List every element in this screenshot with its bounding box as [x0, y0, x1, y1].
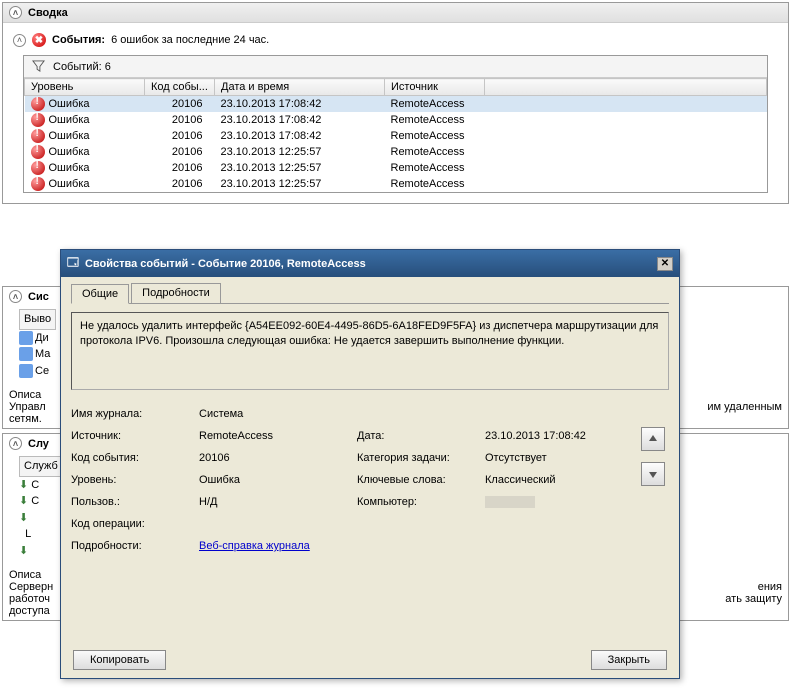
table-row[interactable]: Ошибка2010623.10.2013 17:08:42RemoteAcce…: [25, 128, 767, 144]
value-date: 23.10.2013 17:08:42: [485, 430, 635, 442]
summary-panel: ˄ Сводка ˄ ✖ События: 6 ошибок за послед…: [2, 2, 789, 204]
tab-strip: Общие Подробности: [71, 283, 669, 304]
table-row[interactable]: Ошибка2010623.10.2013 12:25:57RemoteAcce…: [25, 144, 767, 160]
label-details: Подробности:: [71, 540, 191, 552]
col-level[interactable]: Уровень: [25, 79, 145, 96]
close-dialog-button[interactable]: Закрыть: [591, 650, 667, 670]
dialog-footer: Копировать Закрыть: [61, 642, 679, 678]
events-summary-row: ˄ ✖ События: 6 ошибок за последние 24 ча…: [13, 29, 778, 51]
label-computer: Компьютер:: [357, 496, 477, 508]
label-user: Пользов.:: [71, 496, 191, 508]
error-icon: [31, 145, 45, 159]
collapse-icon[interactable]: ˄: [9, 6, 22, 19]
table-row[interactable]: Ошибка2010623.10.2013 12:25:57RemoteAcce…: [25, 176, 767, 192]
value-keywords: Классический: [485, 474, 635, 486]
dialog-title-text: Свойства событий - Событие 20106, Remote…: [85, 258, 366, 270]
properties-grid: Имя журнала: Система Источник: RemoteAcc…: [71, 408, 669, 552]
app-icon: [19, 347, 33, 361]
next-event-button[interactable]: [641, 462, 665, 486]
collapse-icon[interactable]: ˄: [9, 290, 22, 303]
filter-count: Событий: 6: [53, 61, 111, 73]
tab-general[interactable]: Общие: [71, 284, 129, 304]
prev-event-button[interactable]: [641, 427, 665, 451]
label-eventid: Код события:: [71, 452, 191, 464]
error-icon: [31, 177, 45, 191]
table-row[interactable]: Ошибка2010623.10.2013 17:08:42RemoteAcce…: [25, 112, 767, 128]
table-row[interactable]: Ошибка2010623.10.2013 12:25:57RemoteAcce…: [25, 160, 767, 176]
app-icon: [19, 331, 33, 345]
summary-title: Сводка: [28, 7, 68, 19]
events-label: События:: [52, 34, 105, 46]
help-link[interactable]: Веб-справка журнала: [199, 540, 349, 552]
value-taskcat: Отсутствует: [485, 452, 635, 464]
collapse-icon[interactable]: ˄: [13, 34, 26, 47]
table-header-row: Уровень Код собы... Дата и время Источни…: [25, 79, 767, 96]
label-keywords: Ключевые слова:: [357, 474, 477, 486]
col-code[interactable]: Код собы...: [145, 79, 215, 96]
event-properties-dialog: 🗔 Свойства событий - Событие 20106, Remo…: [60, 249, 680, 679]
error-icon: [31, 129, 45, 143]
col-source[interactable]: Источник: [385, 79, 485, 96]
funnel-icon[interactable]: [32, 60, 45, 73]
col-datetime[interactable]: Дата и время: [215, 79, 385, 96]
event-message: Не удалось удалить интерфейс {A54EE092-6…: [71, 312, 669, 390]
value-level: Ошибка: [199, 474, 349, 486]
dialog-icon: 🗔: [67, 254, 79, 273]
value-opcode: [199, 518, 349, 530]
error-icon: [31, 97, 45, 111]
value-eventid: 20106: [199, 452, 349, 464]
label-taskcat: Категория задачи:: [357, 452, 477, 464]
value-source: RemoteAccess: [199, 430, 349, 442]
label-log: Имя журнала:: [71, 408, 191, 420]
app-icon: [19, 364, 33, 378]
summary-header: ˄ Сводка: [3, 3, 788, 23]
close-button[interactable]: ✕: [657, 257, 673, 271]
copy-button[interactable]: Копировать: [73, 650, 166, 670]
error-icon: [31, 113, 45, 127]
dialog-titlebar[interactable]: 🗔 Свойства событий - Событие 20106, Remo…: [61, 250, 679, 277]
tab-details[interactable]: Подробности: [131, 283, 221, 303]
events-summary-text: 6 ошибок за последние 24 час.: [111, 34, 269, 46]
col-spacer: [485, 79, 767, 96]
table-row[interactable]: Ошибка2010623.10.2013 17:08:42RemoteAcce…: [25, 96, 767, 113]
label-source: Источник:: [71, 430, 191, 442]
events-table: Уровень Код собы... Дата и время Источни…: [24, 78, 767, 192]
label-level: Уровень:: [71, 474, 191, 486]
value-user: Н/Д: [199, 496, 349, 508]
value-log: Система: [199, 408, 349, 420]
value-computer: x: [485, 496, 635, 508]
label-opcode: Код операции:: [71, 518, 191, 530]
events-list: Событий: 6 Уровень Код собы... Дата и вр…: [23, 55, 768, 193]
error-icon: [31, 161, 45, 175]
error-icon: ✖: [32, 33, 46, 47]
label-date: Дата:: [357, 430, 477, 442]
collapse-icon[interactable]: ˄: [9, 437, 22, 450]
filter-row: Событий: 6: [24, 56, 767, 78]
